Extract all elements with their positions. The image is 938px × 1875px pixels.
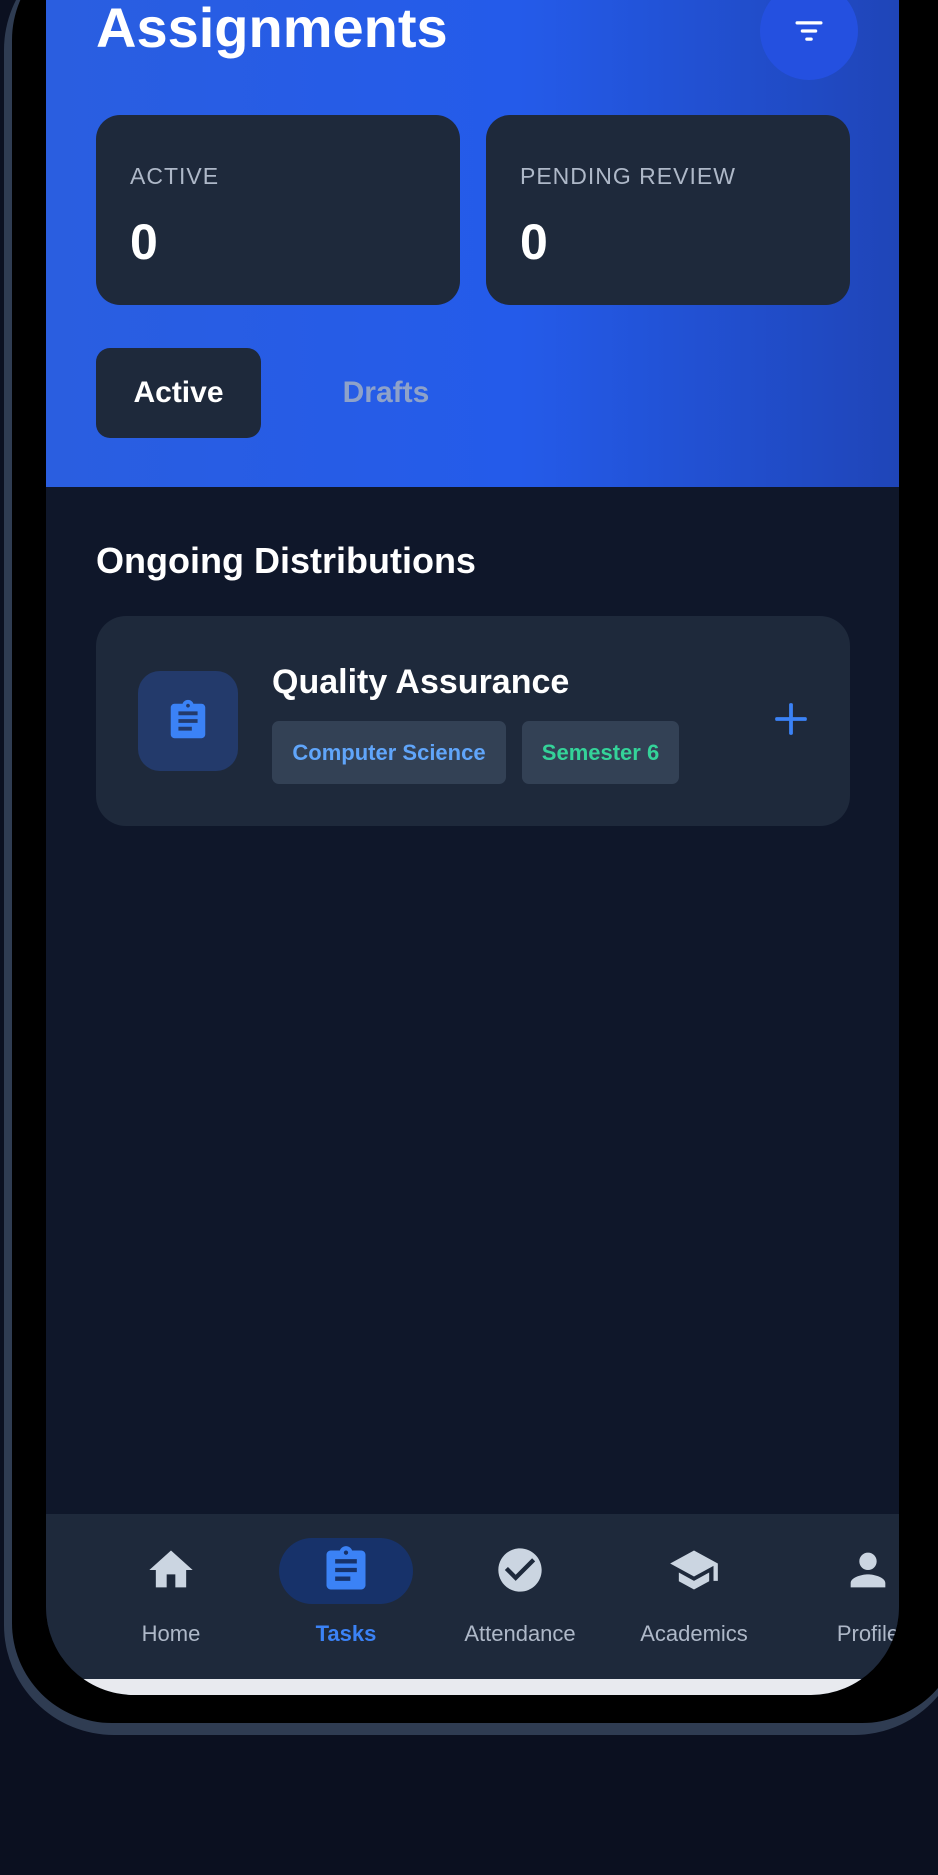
nav-label: Home	[141, 1621, 201, 1646]
nav-item-attendance[interactable]: Attendance	[445, 1514, 595, 1679]
page-title: Assignments	[96, 0, 448, 59]
distribution-title: Quality Assurance	[272, 663, 570, 701]
distribution-card[interactable]: Quality Assurance Computer Science Semes…	[96, 616, 850, 826]
tab-active[interactable]: Active	[96, 348, 261, 438]
stat-card-active: ACTIVE 0	[96, 115, 460, 305]
nav-label: Attendance	[464, 1621, 576, 1646]
nav-label: Profile	[836, 1621, 899, 1646]
home-icon	[149, 1550, 193, 1588]
app-screen: Assignments ACTIVE 0 PENDING REVIEW 0 Ac…	[46, 0, 899, 1695]
person-icon	[850, 1552, 886, 1588]
stat-label: PENDING REVIEW	[520, 163, 736, 189]
distribution-icon-box	[138, 671, 238, 771]
check-circle-icon	[498, 1548, 542, 1592]
tab-drafts[interactable]: Drafts	[316, 348, 456, 438]
bottom-navigation: Home Tasks Attendance Academics Profile	[46, 1514, 899, 1679]
nav-item-profile[interactable]: Profile	[793, 1514, 899, 1679]
section-title: Ongoing Distributions	[96, 540, 476, 581]
page: Assignments ACTIVE 0 PENDING REVIEW 0 Ac…	[0, 0, 938, 1875]
nav-item-academics[interactable]: Academics	[619, 1514, 769, 1679]
plus-icon	[775, 703, 807, 735]
nav-item-home[interactable]: Home	[96, 1514, 246, 1679]
filter-icon	[795, 21, 823, 41]
clipboard-icon	[170, 699, 206, 739]
stat-card-pending-review: PENDING REVIEW 0	[486, 115, 850, 305]
graduation-cap-icon	[670, 1550, 718, 1590]
stat-value: 0	[130, 214, 158, 270]
filter-button[interactable]	[760, 0, 858, 80]
nav-item-tasks[interactable]: Tasks	[271, 1514, 421, 1679]
stat-label: ACTIVE	[130, 163, 220, 189]
department-chip: Computer Science	[272, 721, 506, 784]
nav-label: Academics	[640, 1621, 748, 1646]
clipboard-icon	[326, 1546, 366, 1590]
semester-chip: Semester 6	[522, 721, 679, 784]
stat-value: 0	[520, 214, 548, 270]
add-button[interactable]	[756, 684, 826, 754]
home-indicator-bar	[46, 1679, 899, 1695]
nav-label: Tasks	[315, 1621, 377, 1646]
header: Assignments ACTIVE 0 PENDING REVIEW 0 Ac…	[46, 0, 899, 487]
